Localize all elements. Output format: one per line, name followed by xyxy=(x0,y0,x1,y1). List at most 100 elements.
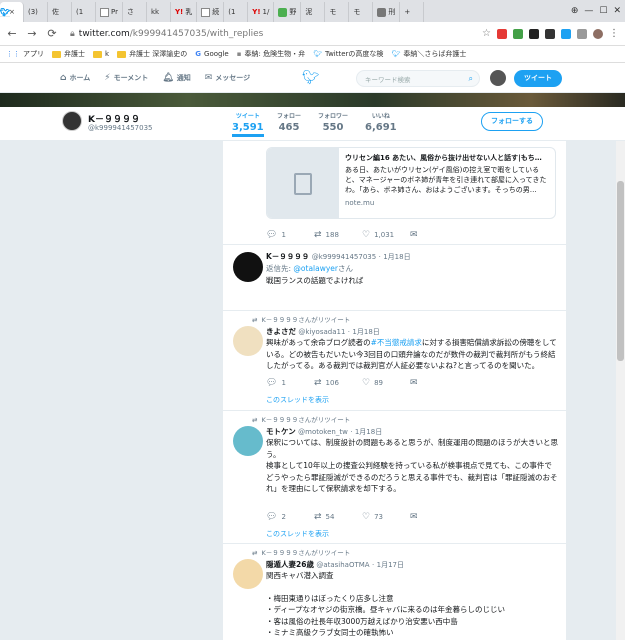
browser-tab[interactable]: 続 xyxy=(197,2,225,22)
browser-tab[interactable]: 🐦︎ 泥 xyxy=(0,2,326,22)
bookmark-item[interactable]: 🐦︎ 奉納＼さらば弁護士 xyxy=(391,49,466,59)
account-avatar[interactable] xyxy=(490,70,506,86)
like-action[interactable]: ♡ 73 xyxy=(362,512,410,522)
scrollbar-thumb[interactable] xyxy=(617,181,624,361)
tab-label: 乳 xyxy=(185,8,193,16)
browser-tab[interactable]: 刑 xyxy=(373,2,401,22)
tweet-author-name[interactable]: K－９９９９ xyxy=(266,252,309,261)
browser-tab[interactable]: 野 xyxy=(274,2,302,22)
tweet-time[interactable]: 1月18日 xyxy=(355,428,382,436)
like-action[interactable]: ♡ 1,031 xyxy=(362,230,410,240)
twitter-bird-icon[interactable]: 🐦︎ xyxy=(302,70,320,86)
link-card[interactable]: ウリセン編16 あたい、風俗から抜け出せない人と話す|もち… ある日、あたいがウ… xyxy=(266,147,556,219)
profile-stat[interactable]: フォロー 465 xyxy=(277,111,301,133)
tweet-avatar[interactable] xyxy=(233,252,263,282)
reply-action[interactable]: 💬︎ 1 xyxy=(266,230,314,240)
browser-tab[interactable]: 🐦︎ kk xyxy=(0,2,171,22)
reload-button[interactable]: ⟳ xyxy=(46,27,58,40)
follow-button[interactable]: フォローする xyxy=(481,112,543,131)
browser-tab[interactable]: 🐦︎ (1 xyxy=(0,2,249,22)
browser-tab[interactable]: 🐦︎ (1 xyxy=(0,2,96,22)
tweet-author-handle[interactable]: @atasihaOTMA xyxy=(316,561,369,569)
bookmark-item[interactable]: G Google xyxy=(195,50,228,58)
minimize-button[interactable]: — xyxy=(584,6,593,16)
tweet-avatar[interactable] xyxy=(233,559,263,589)
browser-tab[interactable]: 🐦︎ モ xyxy=(0,2,350,22)
tweet-author-name[interactable]: きよさだ xyxy=(266,327,296,336)
tweet[interactable]: ⇄ K－９９９９さんがリツイート きよさだ @kiyosada11 · 1月18日… xyxy=(223,311,566,411)
tweet-time[interactable]: 1月18日 xyxy=(383,253,410,261)
browser-tab[interactable]: 🐦︎ モ xyxy=(0,2,374,22)
hashtag-link[interactable]: #不当懲戒請求 xyxy=(371,338,422,347)
reply-action[interactable]: 💬︎ 1 xyxy=(266,378,314,388)
dm-action[interactable]: ✉ xyxy=(410,378,458,388)
nav-moments[interactable]: ⚡︎ モーメント xyxy=(104,73,148,83)
tweet-author-handle[interactable]: @k999941457035 xyxy=(312,253,377,261)
search-input[interactable]: キーワード検索 ⌕ xyxy=(356,70,480,87)
tweet-time[interactable]: 1月18日 xyxy=(352,328,379,336)
tweet-author-name[interactable]: モトケン xyxy=(266,427,296,436)
tweet-author-handle[interactable]: @kiyosada11 xyxy=(298,328,345,336)
browser-tab[interactable]: 🐦︎ 佐 xyxy=(0,2,72,22)
show-thread-link[interactable]: このスレッドを表示 xyxy=(266,395,329,405)
extension-icon-6[interactable] xyxy=(577,28,587,39)
browser-tab[interactable]: Y! 1/ xyxy=(248,2,275,22)
browser-tab[interactable]: 🐦︎ さ xyxy=(0,2,147,22)
tweet-avatar[interactable] xyxy=(233,426,263,456)
retweet-action[interactable]: ⇄ 106 xyxy=(314,378,362,388)
bookmark-item[interactable]: 🐦︎ Twitterの高度な検 xyxy=(313,49,383,59)
retweet-action[interactable]: ⇄ 188 xyxy=(314,230,362,240)
extension-icon-7[interactable] xyxy=(593,28,603,39)
tweet-button[interactable]: ツイート xyxy=(514,70,562,87)
extension-icon-1[interactable] xyxy=(497,28,507,39)
tweet-card-item[interactable]: ウリセン編16 あたい、風俗から抜け出せない人と話す|もち… ある日、あたいがウ… xyxy=(223,141,566,245)
tweet[interactable]: K－９９９９ @k999941457035 · 1月18日 返信先: @otal… xyxy=(223,245,566,311)
search-icon[interactable]: ⌕ xyxy=(469,74,473,84)
tweet[interactable]: ⇄ K－９９９９さんがリツイート モトケン @motoken_tw · 1月18日… xyxy=(223,411,566,544)
window-controls: ⊕ — ☐ ✕ xyxy=(570,0,625,22)
forward-button[interactable]: → xyxy=(26,27,38,40)
bookmark-item[interactable]: ⋮⋮ アプリ xyxy=(6,49,44,59)
dm-action[interactable]: ✉ xyxy=(410,230,458,240)
reply-to-link[interactable]: @otalawyer xyxy=(293,264,338,273)
like-action[interactable]: ♡ 89 xyxy=(362,378,410,388)
tweet-time[interactable]: 1月17日 xyxy=(377,561,404,569)
extension-icon-4[interactable] xyxy=(545,28,555,39)
bookmark-item[interactable]: 弁護士 xyxy=(52,49,85,59)
scrollbar[interactable] xyxy=(616,141,625,640)
nav-messages[interactable]: ✉ メッセージ xyxy=(205,73,250,83)
browser-tab[interactable]: Y! 乳 xyxy=(171,2,198,22)
close-window-button[interactable]: ✕ xyxy=(613,6,621,16)
nav-home[interactable]: ⌂ ホーム xyxy=(60,73,90,83)
retweet-action[interactable]: ⇄ 54 xyxy=(314,512,362,522)
new-tab-button[interactable]: + xyxy=(400,2,425,22)
bookmark-item[interactable]: k xyxy=(93,50,109,58)
browser-tab[interactable]: 🐦︎ (3) xyxy=(0,2,48,22)
nav-notifications[interactable]: 🔔︎ 通知 xyxy=(162,73,190,83)
profile-stat[interactable]: フォロワー 550 xyxy=(318,111,348,133)
profile-stat[interactable]: ツイート 3,591 xyxy=(232,111,264,137)
star-icon[interactable]: ☆ xyxy=(482,28,491,39)
profile-stat[interactable]: いいね 6,691 xyxy=(365,111,397,133)
bookmark-item[interactable]: 弁護士 深澤諭史の xyxy=(117,49,187,59)
profile-avatar[interactable] xyxy=(62,111,82,131)
extension-icons: ☆ ⋮ xyxy=(482,28,619,39)
tweet[interactable]: ⇄ K－９９９９さんがリツイート 隠遁人妻26歳 @atasihaOTMA · 1… xyxy=(223,544,566,640)
tweet-author-handle[interactable]: @motoken_tw xyxy=(298,428,348,436)
extension-icon-2[interactable] xyxy=(513,28,523,39)
show-thread-link[interactable]: このスレッドを表示 xyxy=(266,529,329,539)
extension-icon-3[interactable] xyxy=(529,28,539,39)
tweet-author-name[interactable]: 隠遁人妻26歳 xyxy=(266,560,314,569)
bookmark-item[interactable]: ▪ 奉納: 危険生物・弁 xyxy=(237,49,305,59)
browser-tab[interactable]: Pr xyxy=(96,2,123,22)
menu-icon[interactable]: ⋮ xyxy=(609,28,619,39)
profile-handle[interactable]: @k999941457035 xyxy=(88,124,153,132)
extension-icon-5[interactable] xyxy=(561,28,571,39)
back-button[interactable]: ← xyxy=(6,27,18,40)
dm-action[interactable]: ✉ xyxy=(410,512,458,522)
maximize-button[interactable]: ☐ xyxy=(599,6,607,16)
tweet-avatar[interactable] xyxy=(233,326,263,356)
profile-icon[interactable]: ⊕ xyxy=(571,6,579,16)
url-input[interactable]: 🔒︎ twitter.com/k999941457035/with_replie… xyxy=(66,25,474,43)
reply-action[interactable]: 💬︎ 2 xyxy=(266,512,314,522)
